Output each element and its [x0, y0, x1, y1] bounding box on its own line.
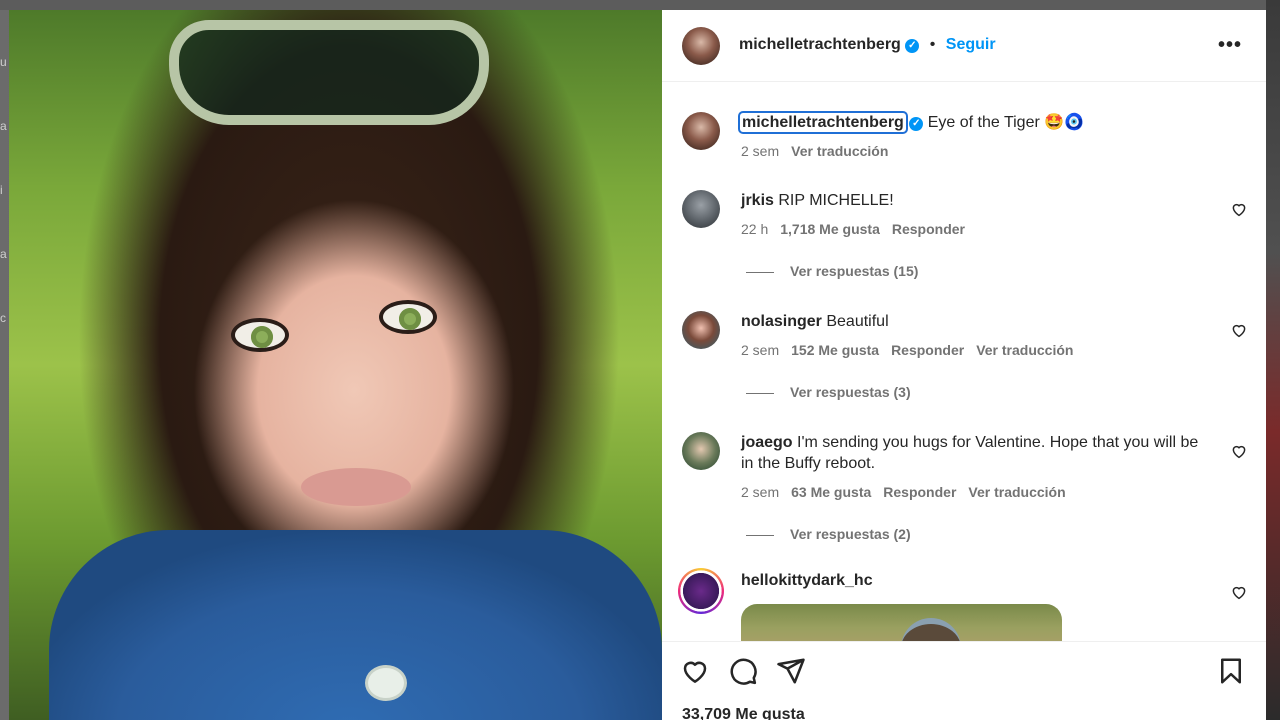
- commenter-avatar-story[interactable]: [678, 568, 724, 614]
- follow-button[interactable]: Seguir: [946, 36, 996, 53]
- comment-heart-icon[interactable]: [1230, 442, 1248, 460]
- comment-text-row: hellokittydark_hc: [741, 570, 1211, 591]
- like-heart-icon[interactable]: [680, 656, 710, 686]
- background-right-edge: [1266, 0, 1280, 720]
- comment-text-row: joaego I'm sending you hugs for Valentin…: [741, 432, 1211, 474]
- commenter-username[interactable]: hellokittydark_hc: [741, 572, 873, 589]
- commenter-username[interactable]: nolasinger: [741, 313, 822, 330]
- comment-time: 2 sem: [741, 342, 780, 358]
- reply-button[interactable]: Responder: [892, 221, 965, 237]
- comment-likes-count[interactable]: 1,718 Me gusta: [780, 221, 880, 237]
- translate-link[interactable]: Ver traducción: [968, 484, 1065, 500]
- translate-link[interactable]: Ver traducción: [976, 342, 1073, 358]
- caption-avatar[interactable]: [682, 112, 720, 150]
- background-left-text: u a i a c: [0, 55, 7, 325]
- view-replies-label: Ver respuestas (3): [790, 384, 911, 400]
- send-icon[interactable]: [776, 656, 806, 686]
- comment-meta: 2 sem 63 Me gusta Responder Ver traducción: [741, 484, 1066, 500]
- author-avatar[interactable]: [682, 27, 720, 65]
- comment-text-row: jrkis RIP MICHELLE!: [741, 190, 1211, 211]
- comment-icon[interactable]: [728, 656, 758, 686]
- photo-left-eye: [231, 318, 289, 352]
- reply-button[interactable]: Responder: [883, 484, 956, 500]
- photo-sunglasses: [169, 20, 489, 125]
- post-actions-bar: 33,709 Me gusta: [662, 642, 1266, 720]
- caption-meta: 2 sem Ver traducción: [741, 143, 888, 159]
- comment-meta: 22 h 1,718 Me gusta Responder: [741, 221, 965, 237]
- author-username[interactable]: michelletrachtenberg: [739, 36, 901, 53]
- view-replies-link[interactable]: Ver respuestas (15): [746, 263, 918, 279]
- commenter-username[interactable]: joaego: [741, 434, 793, 451]
- caption-text: Eye of the Tiger 🤩🧿: [927, 114, 1085, 131]
- commenter-avatar[interactable]: [682, 432, 720, 470]
- separator-dot: •: [929, 36, 936, 53]
- photo-sweater: [49, 530, 662, 720]
- caption-text-row: michelletrachtenberg ✓ Eye of the Tiger …: [738, 111, 1211, 134]
- commenter-avatar[interactable]: [682, 311, 720, 349]
- post-photo[interactable]: [9, 10, 662, 720]
- comment-text: RIP MICHELLE!: [778, 192, 894, 209]
- media-person: [901, 618, 961, 641]
- header-user-row: michelletrachtenberg ✓ • Seguir: [739, 36, 996, 54]
- bookmark-icon[interactable]: [1216, 656, 1246, 686]
- more-options-icon[interactable]: •••: [1218, 34, 1242, 57]
- comment-likes-count[interactable]: 63 Me gusta: [791, 484, 871, 500]
- caption-username[interactable]: michelletrachtenberg: [738, 111, 908, 134]
- comment-likes-count[interactable]: 152 Me gusta: [791, 342, 879, 358]
- view-replies-label: Ver respuestas (2): [790, 526, 911, 542]
- background-top-strip: [0, 0, 1280, 10]
- post-header: michelletrachtenberg ✓ • Seguir •••: [662, 10, 1266, 82]
- verified-badge-icon: ✓: [909, 117, 924, 131]
- comment-text: I'm sending you hugs for Valentine. Hope…: [741, 434, 1199, 472]
- comment-text: Beautiful: [826, 313, 889, 330]
- commenter-avatar[interactable]: [682, 190, 720, 228]
- post-side-panel: michelletrachtenberg ✓ • Seguir ••• mich…: [662, 10, 1266, 720]
- photo-pendant: [365, 665, 407, 701]
- caption-time: 2 sem: [741, 143, 780, 159]
- comment-time: 22 h: [741, 221, 769, 237]
- comments-list[interactable]: michelletrachtenberg ✓ Eye of the Tiger …: [662, 82, 1266, 642]
- comment-text-row: nolasinger Beautiful: [741, 311, 1211, 332]
- comment-heart-icon[interactable]: [1230, 200, 1248, 218]
- commenter-username[interactable]: jrkis: [741, 192, 774, 209]
- comment-time: 2 sem: [741, 484, 780, 500]
- comment-media-image[interactable]: [741, 604, 1062, 641]
- view-replies-label: Ver respuestas (15): [790, 263, 919, 279]
- post-modal: michelletrachtenberg ✓ • Seguir ••• mich…: [9, 10, 1266, 720]
- view-replies-link[interactable]: Ver respuestas (3): [746, 384, 911, 400]
- reply-button[interactable]: Responder: [891, 342, 964, 358]
- caption-translate-link[interactable]: Ver traducción: [791, 143, 888, 159]
- verified-badge-icon: ✓: [905, 39, 920, 53]
- comment-heart-icon[interactable]: [1230, 583, 1248, 601]
- view-replies-link[interactable]: Ver respuestas (2): [746, 526, 911, 542]
- comment-meta: 2 sem 152 Me gusta Responder Ver traducción: [741, 342, 1073, 358]
- photo-lips: [301, 468, 411, 506]
- photo-right-eye: [379, 300, 437, 334]
- likes-count[interactable]: 33,709 Me gusta: [682, 706, 805, 720]
- comment-heart-icon[interactable]: [1230, 321, 1248, 339]
